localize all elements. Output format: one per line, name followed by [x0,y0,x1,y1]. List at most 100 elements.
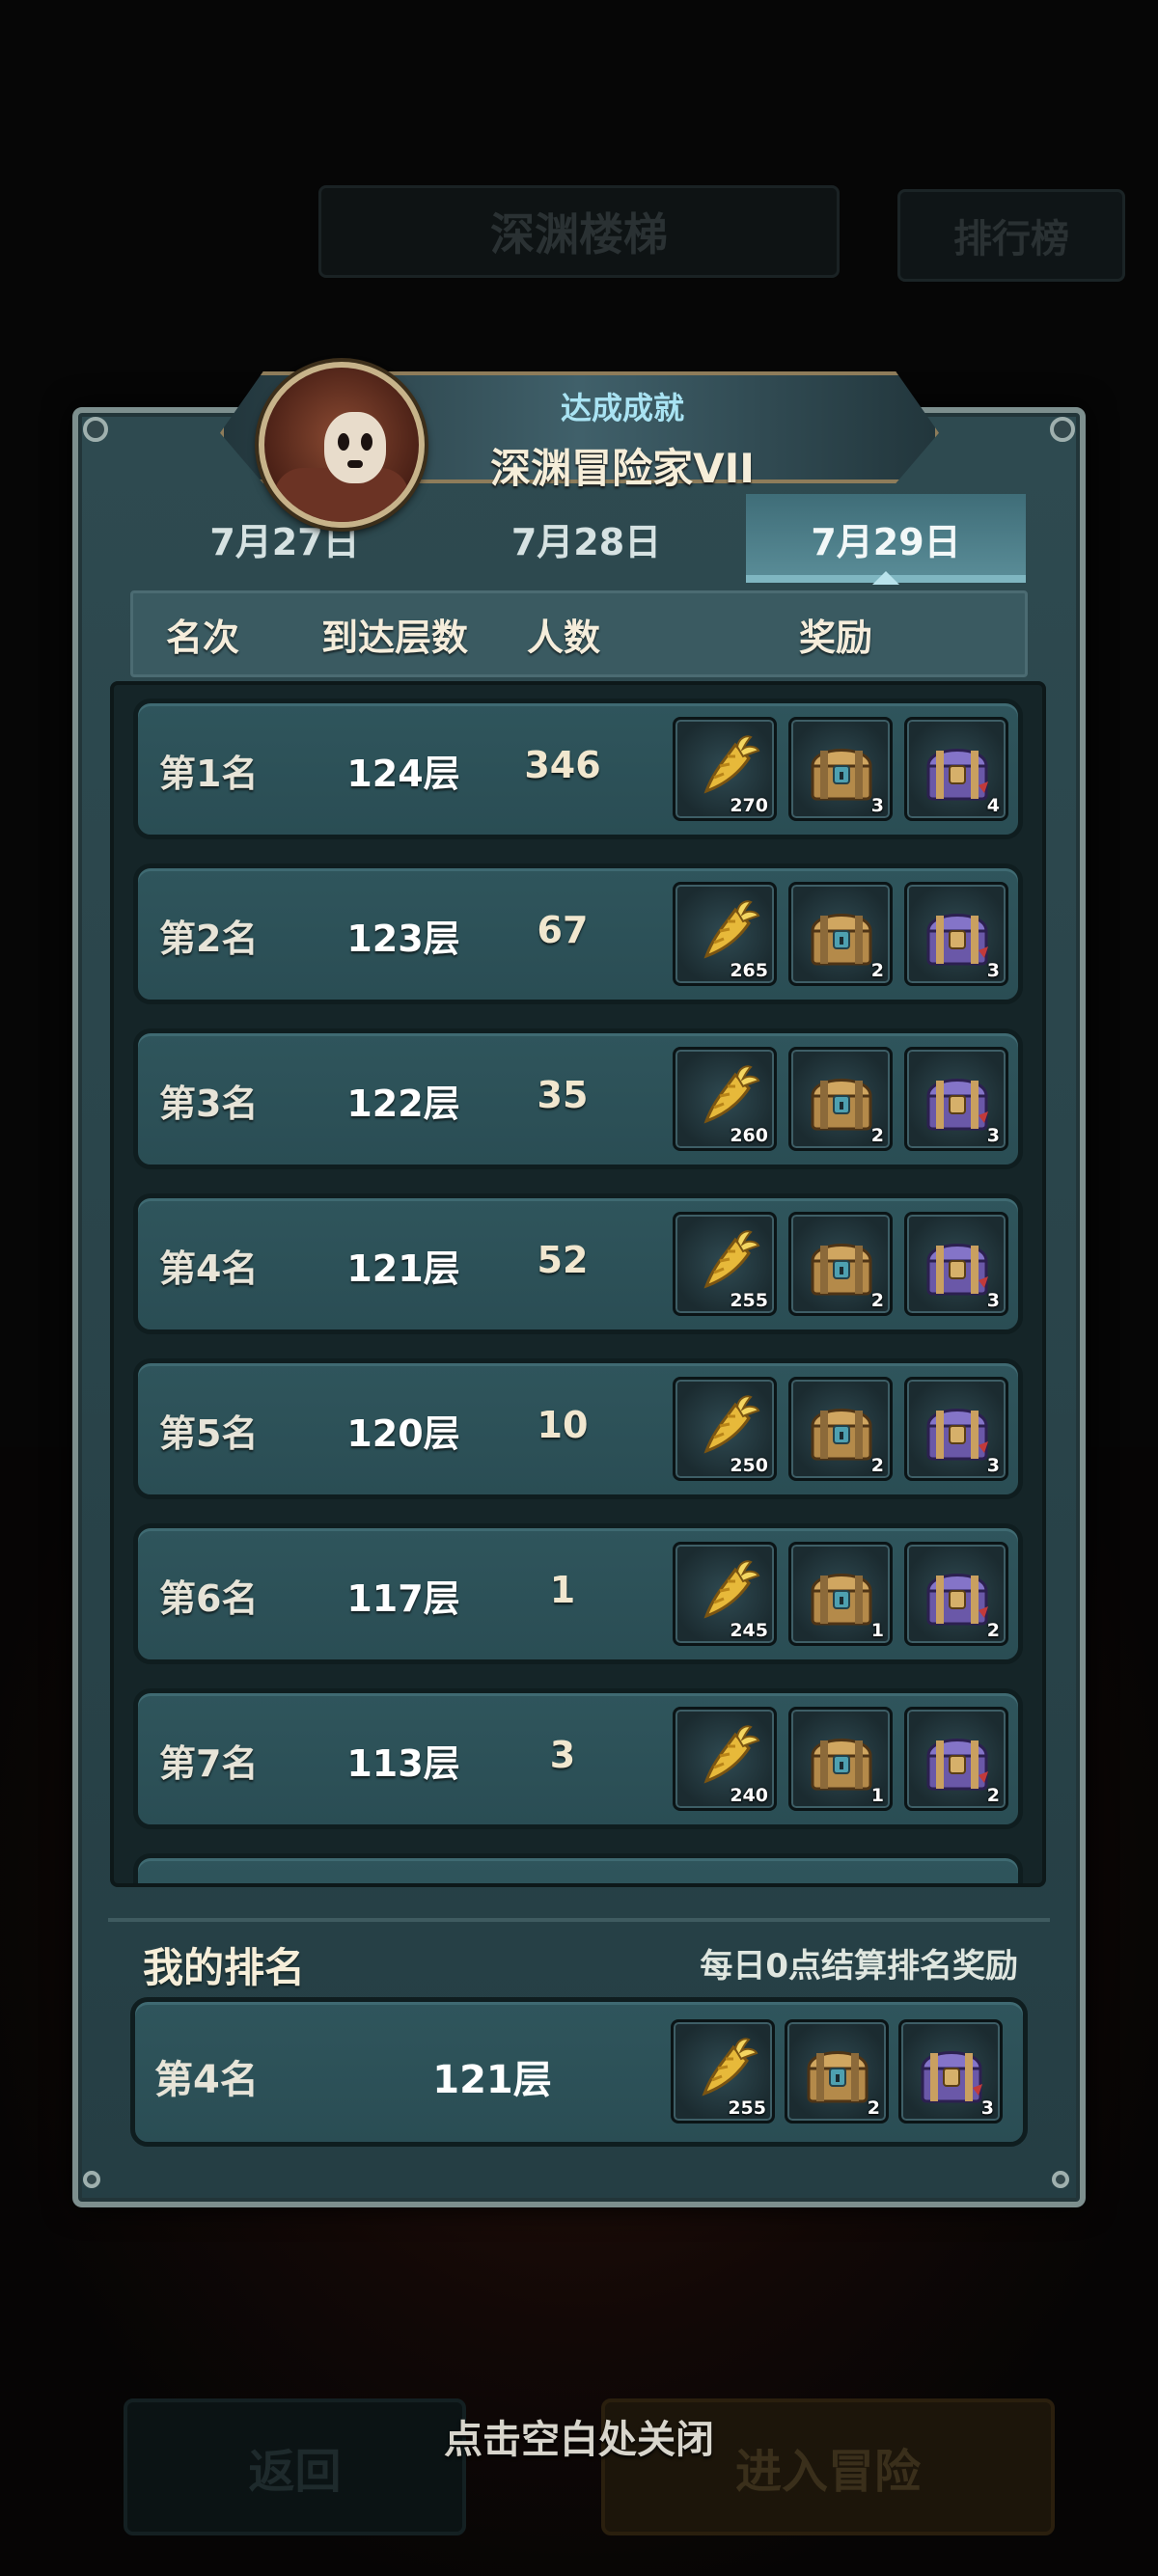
reward-slot[interactable]: 3 [904,1047,1008,1151]
reward-quantity: 250 [730,1455,768,1476]
reward-slot[interactable]: 1 [788,1707,893,1811]
floor-value: 117层 [346,1577,460,1620]
rank-value: 第3名 [159,1082,259,1125]
floor-value: 120层 [346,1412,460,1455]
floor-value: 123层 [346,918,460,960]
reward-quantity: 3 [986,960,1000,981]
reward-slot[interactable]: 3 [904,1377,1008,1481]
achievement-title: 深渊冒险家VII [490,445,755,492]
selected-tab-indicator [872,571,899,585]
reward-quantity: 2 [870,1125,884,1146]
section-divider [108,1918,1050,1922]
reward-slot[interactable]: 3 [788,717,893,821]
reward-slot[interactable]: 2 [785,2019,889,2124]
rank-value: 第2名 [159,918,259,960]
background-title: 深渊楼梯 [318,185,840,278]
settlement-note: 每日0点结算排名奖励 [700,1947,1018,1986]
reward-quantity: 270 [730,795,768,816]
panel-corner-ornament [1050,417,1075,442]
floor-value: 121层 [346,1247,460,1290]
reward-quantity: 2 [986,1785,1000,1806]
reward-slot[interactable]: 260 [673,1047,777,1151]
table-row-partial [133,1853,1023,1883]
reward-slot[interactable]: 2 [788,1377,893,1481]
reward-slot[interactable]: 265 [673,882,777,986]
reward-quantity: 2 [986,1620,1000,1641]
rank-value: 第5名 [159,1412,259,1455]
reward-quantity: 240 [730,1785,768,1806]
reward-slot[interactable]: 2 [788,1047,893,1151]
tab-date-2[interactable]: 7月28日 [482,494,690,583]
player-count-value: 67 [537,909,589,951]
reward-quantity: 255 [730,1290,768,1311]
column-rank: 名次 [166,617,240,659]
reward-quantity: 265 [730,960,768,981]
player-count-value: 3 [549,1734,576,1776]
table-row: 第2名 123层 67 265 2 3 [133,863,1023,1004]
reward-quantity: 1 [870,1620,884,1641]
rank-value: 第1名 [159,753,259,795]
reward-quantity: 3 [986,1455,1000,1476]
table-row: 第7名 113层 3 240 1 2 [133,1688,1023,1829]
player-count-value: 1 [549,1569,576,1611]
table-row: 第5名 120层 10 250 2 3 [133,1358,1023,1499]
reward-slot[interactable]: 2 [904,1707,1008,1811]
reward-quantity: 3 [986,1290,1000,1311]
table-row: 第4名 121层 52 255 2 3 [133,1193,1023,1334]
reward-slot[interactable]: 2 [788,882,893,986]
column-count: 人数 [527,617,601,659]
reward-slot[interactable]: 3 [904,1212,1008,1316]
reward-quantity: 2 [870,1290,884,1311]
ranking-list[interactable]: 第1名 124层 346 270 3 4 第2名 123层 67 265 2 3 第3名 122层 3 5 2 6… [110,681,1046,1887]
reward-quantity: 260 [730,1125,768,1146]
leaderboard-button[interactable]: 排行榜 [897,189,1125,282]
reward-quantity: 2 [867,2097,880,2119]
floor-value: 113层 [346,1742,460,1785]
player-count-value: 346 [524,744,601,786]
reward-slot[interactable]: 255 [671,2019,775,2124]
reward-quantity: 1 [870,1785,884,1806]
reward-slot[interactable]: 3 [898,2019,1003,2124]
reward-quantity: 3 [870,795,884,816]
panel-corner-ornament [83,2171,100,2188]
achievement-subtitle: 达成成就 [560,390,684,426]
my-rank-title: 我的排名 [143,1944,306,1991]
reward-slot[interactable]: 270 [673,717,777,821]
reward-slot[interactable]: 3 [904,882,1008,986]
reward-slot[interactable]: 250 [673,1377,777,1481]
panel-corner-ornament [1052,2171,1069,2188]
reward-quantity: 4 [986,795,1000,816]
reward-quantity: 2 [870,1455,884,1476]
reward-quantity: 3 [980,2097,994,2119]
floor-value: 122层 [346,1082,460,1125]
column-floor: 到达层数 [321,617,469,659]
my-floor-value: 121层 [432,2058,552,2102]
my-rank-row: 第4名 121层 255 2 3 [130,1997,1028,2147]
table-row: 第1名 124层 346 270 3 4 [133,699,1023,839]
player-count-value: 10 [537,1404,589,1446]
table-row: 第3名 122层 35 260 2 3 [133,1028,1023,1169]
reward-quantity: 255 [728,2097,766,2119]
reward-quantity: 3 [986,1125,1000,1146]
reward-slot[interactable]: 1 [788,1542,893,1646]
player-avatar [259,362,425,528]
reward-quantity: 2 [870,960,884,981]
reward-slot[interactable]: 240 [673,1707,777,1811]
close-hint[interactable]: 点击空白处关闭 [0,2408,1158,2464]
table-row: 第6名 117层 1 245 1 2 [133,1523,1023,1664]
panel-corner-ornament [83,417,108,442]
tab-date-3-selected[interactable]: 7月29日 [746,494,1026,583]
rank-value: 第4名 [159,1247,259,1290]
reward-slot[interactable]: 245 [673,1542,777,1646]
rank-value: 第6名 [159,1577,259,1620]
rank-value: 第7名 [159,1742,259,1785]
reward-slot[interactable]: 255 [673,1212,777,1316]
reward-slot[interactable]: 4 [904,717,1008,821]
player-count-value: 52 [537,1239,589,1281]
column-reward: 奖励 [799,617,873,659]
my-rank-value: 第4名 [154,2058,259,2102]
floor-value: 124层 [346,753,460,795]
reward-quantity: 245 [730,1620,768,1641]
reward-slot[interactable]: 2 [788,1212,893,1316]
reward-slot[interactable]: 2 [904,1542,1008,1646]
